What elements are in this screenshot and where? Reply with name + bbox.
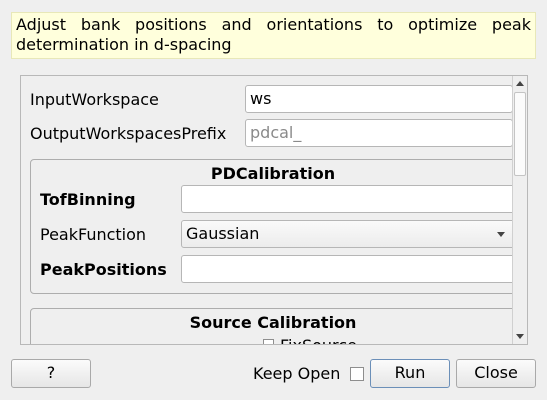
tof-binning-field[interactable]	[181, 185, 513, 213]
fix-source-checkbox[interactable]	[263, 339, 274, 344]
peak-function-select[interactable]: Gaussian	[181, 220, 513, 248]
help-button[interactable]: ?	[11, 359, 91, 388]
algorithm-description: Adjust bank positions and orientations t…	[11, 12, 536, 59]
pdcalibration-group: PDCalibration TofBinning PeakFunction Ga…	[30, 159, 513, 294]
peak-positions-label: PeakPositions	[40, 260, 167, 279]
tof-binning-label: TofBinning	[40, 190, 136, 209]
peak-positions-field[interactable]	[181, 255, 513, 283]
peak-function-label: PeakFunction	[40, 225, 147, 244]
close-button[interactable]: Close	[456, 359, 536, 388]
input-workspace-label: InputWorkspace	[30, 90, 159, 109]
scroll-down-icon[interactable]	[516, 334, 524, 339]
vertical-scrollbar[interactable]	[512, 76, 527, 344]
source-calibration-group: Source Calibration FixSource	[30, 308, 513, 344]
properties-content: InputWorkspace ws OutputWorkspacesPrefix…	[21, 76, 513, 344]
peak-function-value: Gaussian	[186, 224, 260, 243]
run-button[interactable]: Run	[370, 359, 450, 388]
source-calibration-title: Source Calibration	[189, 313, 357, 332]
keep-open-checkbox[interactable]	[350, 367, 364, 381]
output-prefix-field[interactable]: pdcal_	[245, 119, 513, 147]
output-prefix-label: OutputWorkspacesPrefix	[30, 124, 227, 143]
pdcalibration-title: PDCalibration	[210, 164, 336, 183]
scrollbar-thumb[interactable]	[514, 92, 526, 176]
fix-source-label: FixSource	[280, 336, 357, 344]
properties-scroll-area[interactable]: InputWorkspace ws OutputWorkspacesPrefix…	[20, 75, 528, 345]
keep-open-label: Keep Open	[253, 364, 341, 383]
scroll-up-icon[interactable]	[516, 81, 524, 86]
chevron-down-icon	[497, 232, 505, 237]
input-workspace-field[interactable]: ws	[245, 85, 513, 113]
